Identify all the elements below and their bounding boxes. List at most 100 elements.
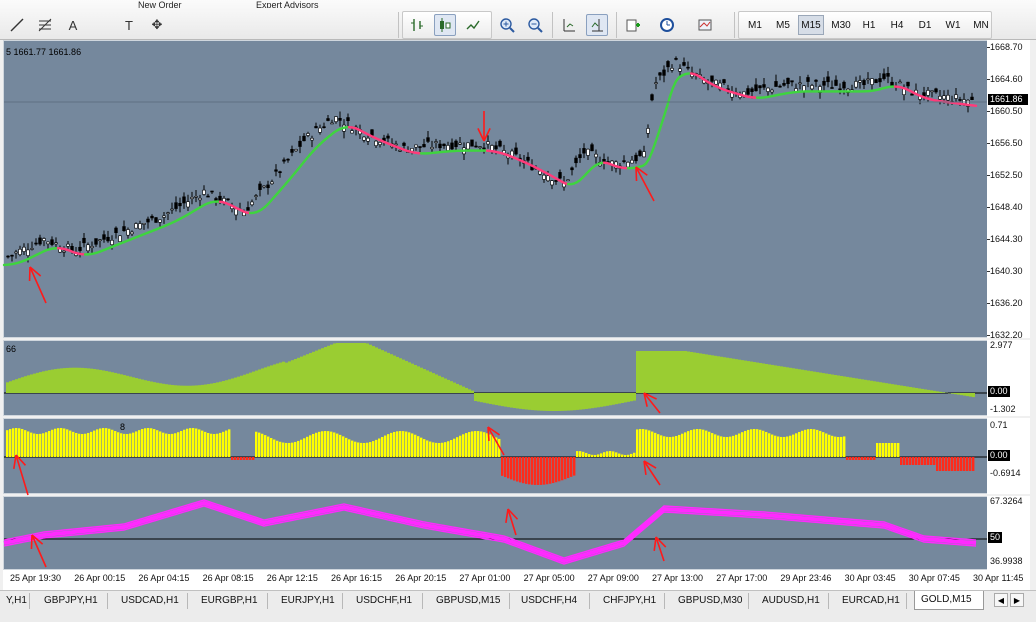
timeframe-m1-button[interactable]: M1 bbox=[742, 15, 768, 35]
line-icon[interactable] bbox=[6, 14, 28, 36]
candle bbox=[186, 194, 190, 211]
objects-icon[interactable]: ✥ bbox=[146, 14, 168, 36]
candle bbox=[550, 180, 554, 190]
candle bbox=[282, 157, 286, 164]
chart-tab[interactable]: Y,H1 bbox=[0, 593, 30, 609]
price-axis[interactable]: 1668.70 1664.60 1660.50 1656.50 1652.50 1648.… bbox=[987, 40, 1030, 340]
tab-scroll-left-icon[interactable]: ◀ bbox=[994, 593, 1008, 607]
momentum-pane[interactable]: 66 bbox=[3, 340, 988, 416]
candle bbox=[930, 90, 934, 98]
indicators-icon[interactable] bbox=[622, 14, 644, 36]
timeframe-d1-button[interactable]: D1 bbox=[912, 15, 938, 35]
candle bbox=[6, 255, 10, 259]
candlestick-icon[interactable] bbox=[434, 14, 456, 36]
candle bbox=[662, 65, 666, 83]
candle bbox=[306, 131, 310, 138]
candle bbox=[270, 179, 274, 185]
candle bbox=[154, 217, 158, 223]
chart-tab[interactable]: EURGBP,H1 bbox=[195, 593, 268, 609]
candle bbox=[262, 185, 266, 189]
rsi-pane[interactable] bbox=[3, 496, 988, 570]
candle bbox=[622, 155, 626, 164]
candle bbox=[858, 75, 862, 89]
rsi-min-label: 36.9938 bbox=[990, 556, 1023, 566]
chart-tab[interactable]: AUDUSD,H1 bbox=[756, 593, 829, 609]
signal-arrow bbox=[635, 166, 655, 202]
new-order-button-cut[interactable]: New Order bbox=[138, 0, 208, 8]
chart-shift-icon[interactable] bbox=[586, 14, 608, 36]
time-axis[interactable]: 25 Apr 19:30 26 Apr 00:15 26 Apr 04:15 26 A… bbox=[3, 570, 1030, 590]
candle bbox=[274, 164, 278, 177]
tab-scroll-right-icon[interactable]: ▶ bbox=[1010, 593, 1024, 607]
candle bbox=[866, 72, 870, 84]
rsi-band bbox=[3, 499, 977, 565]
candle bbox=[142, 223, 146, 230]
candle bbox=[670, 64, 674, 73]
candle bbox=[18, 245, 22, 257]
price-axis-label: 1640.30 bbox=[990, 266, 1023, 276]
momentum-max-label: 2.977 bbox=[990, 340, 1013, 350]
candle bbox=[790, 80, 794, 87]
candle bbox=[166, 211, 170, 221]
chart-tabs-bar: Y,H1 GBPJPY,H1 USDCAD,H1 EURGBP,H1 EURJPY,H1… bbox=[0, 590, 1036, 622]
label-icon[interactable]: T bbox=[118, 14, 140, 36]
text-icon[interactable]: A bbox=[62, 14, 84, 36]
signal-arrow bbox=[28, 266, 47, 304]
autoscroll-icon[interactable] bbox=[558, 14, 580, 36]
timeframe-h1-button[interactable]: H1 bbox=[856, 15, 882, 35]
timeframe-m5-button[interactable]: M5 bbox=[770, 15, 796, 35]
candle bbox=[226, 198, 230, 201]
zoom-in-icon[interactable] bbox=[496, 14, 518, 36]
oscillator-pane[interactable]: 8 bbox=[3, 418, 988, 496]
bar-chart-icon[interactable] bbox=[406, 14, 428, 36]
oscillator-zero-label: 0.00 bbox=[988, 450, 1010, 461]
candle bbox=[310, 135, 314, 148]
candle bbox=[602, 153, 606, 170]
chart-tab[interactable]: USDCAD,H1 bbox=[115, 593, 188, 609]
candle bbox=[266, 180, 270, 195]
price-axis-label: 1652.50 bbox=[990, 170, 1023, 180]
candle bbox=[542, 173, 546, 183]
candle bbox=[450, 138, 454, 151]
line-chart-icon[interactable] bbox=[462, 14, 484, 36]
chart-tab[interactable]: CHFJPY,H1 bbox=[597, 593, 665, 609]
chart-tab[interactable]: EURJPY,H1 bbox=[275, 593, 343, 609]
time-axis-label: 30 Apr 11:45 bbox=[973, 573, 1024, 583]
chart-tab[interactable]: GBPJPY,H1 bbox=[38, 593, 108, 609]
candle bbox=[514, 142, 518, 156]
timeframe-w1-button[interactable]: W1 bbox=[940, 15, 966, 35]
candle bbox=[862, 78, 866, 89]
zoom-out-icon[interactable] bbox=[524, 14, 546, 36]
candle bbox=[582, 143, 586, 159]
signal-arrow bbox=[643, 392, 661, 414]
candle bbox=[822, 77, 826, 92]
candle bbox=[286, 158, 290, 163]
candle bbox=[762, 78, 766, 90]
candle bbox=[322, 122, 326, 129]
templates-icon[interactable] bbox=[694, 14, 716, 36]
timeframe-h4-button[interactable]: H4 bbox=[884, 15, 910, 35]
candle bbox=[566, 179, 570, 182]
timeframe-m15-button[interactable]: M15 bbox=[798, 15, 824, 35]
chart-tab[interactable]: GBPUSD,M15 bbox=[430, 593, 510, 609]
timeframe-m30-button[interactable]: M30 bbox=[826, 15, 856, 35]
chart-tab[interactable]: EURCAD,H1 bbox=[836, 593, 907, 609]
candle bbox=[646, 124, 650, 138]
candle bbox=[778, 84, 782, 88]
periods-icon[interactable] bbox=[656, 14, 678, 36]
price-axis-label: 1636.20 bbox=[990, 298, 1023, 308]
main-price-pane[interactable]: 5 1661.77 1661.86 bbox=[2, 40, 988, 338]
chart-tab[interactable]: USDCHF,H1 bbox=[350, 593, 423, 609]
time-axis-label: 30 Apr 03:45 bbox=[844, 573, 896, 583]
chart-tab[interactable]: USDCHF,H4 bbox=[515, 593, 590, 609]
candle bbox=[890, 76, 894, 87]
time-axis-label: 26 Apr 04:15 bbox=[138, 573, 190, 583]
candle bbox=[474, 141, 478, 148]
chart-tab[interactable]: GOLD,M15 bbox=[914, 591, 984, 610]
timeframe-mn-button[interactable]: MN bbox=[968, 15, 994, 35]
fibonacci-icon[interactable] bbox=[34, 14, 56, 36]
chart-tab[interactable]: GBPUSD,M30 bbox=[672, 593, 749, 609]
expert-advisors-button-cut[interactable]: Expert Advisors bbox=[256, 0, 336, 8]
candle bbox=[122, 220, 126, 232]
time-axis-label: 26 Apr 20:15 bbox=[395, 573, 447, 583]
